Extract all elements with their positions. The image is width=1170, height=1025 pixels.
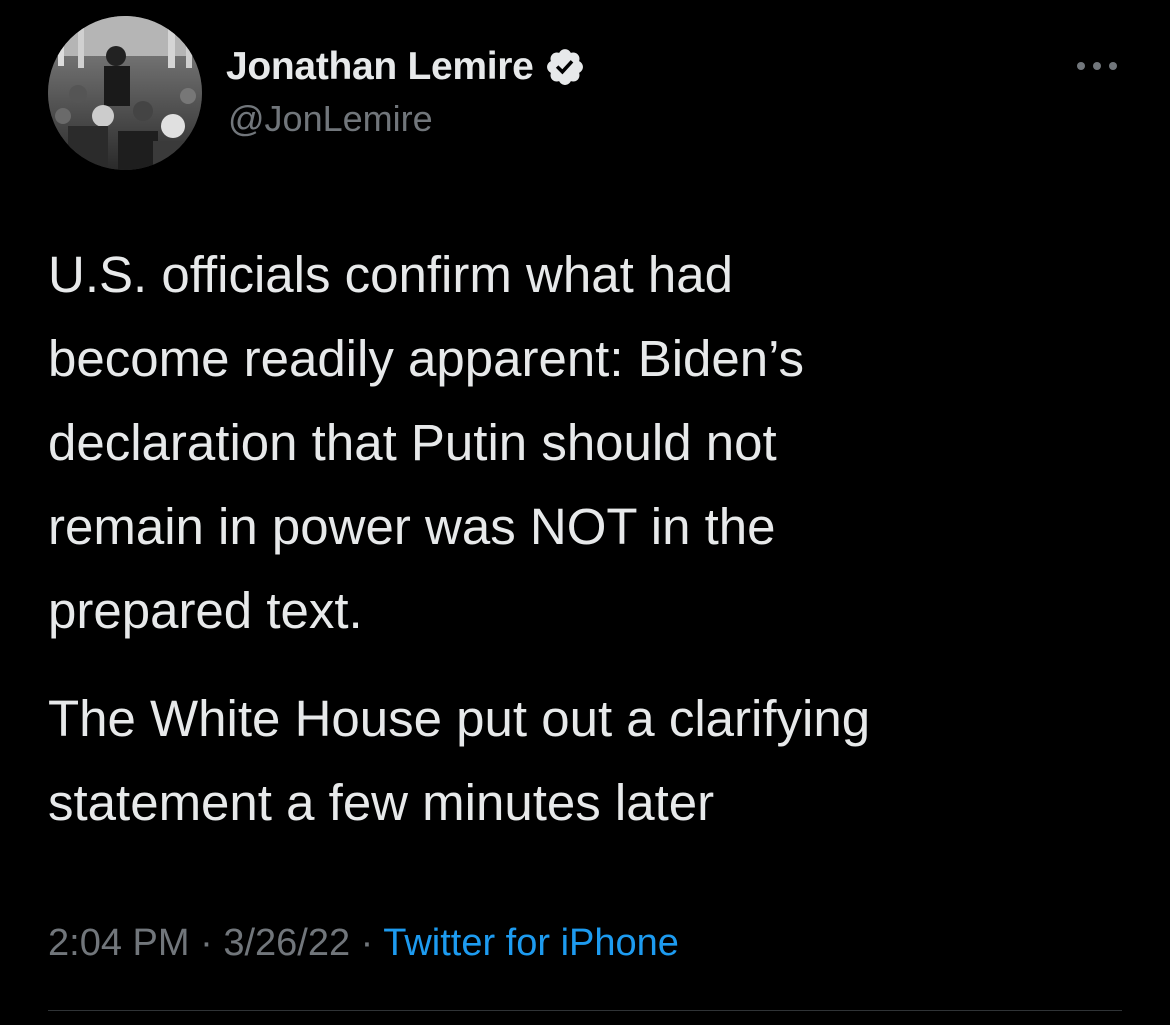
divider — [48, 1010, 1122, 1011]
author-handle[interactable]: @JonLemire — [228, 98, 433, 140]
tweet-text-line: declaration that Putin should not — [48, 414, 777, 471]
tweet-text-line: The White House put out a clarifying — [48, 690, 871, 747]
author-name-row[interactable]: Jonathan Lemire — [226, 42, 586, 92]
tweet-text-line: U.S. officials confirm what had — [48, 246, 734, 303]
avatar-photo — [48, 16, 202, 170]
tweet-metadata: 2:04 PM · 3/26/22 · Twitter for iPhone — [48, 922, 679, 965]
meta-separator: · — [200, 922, 213, 964]
tweet-source-link[interactable]: Twitter for iPhone — [383, 922, 679, 964]
tweet-date[interactable]: 3/26/22 — [223, 922, 350, 964]
tweet-text-paragraph-2: The White House put out a clarifying sta… — [48, 677, 1128, 845]
author-display-name[interactable]: Jonathan Lemire — [226, 45, 534, 89]
more-options-icon[interactable] — [1074, 56, 1120, 76]
tweet-card[interactable]: Jonathan Lemire @JonLemire U.S. official… — [0, 0, 1170, 1025]
avatar[interactable] — [48, 16, 202, 170]
tweet-text-line: prepared text. — [48, 582, 363, 639]
tweet-text-line: remain in power was NOT in the — [48, 498, 776, 555]
meta-separator: · — [360, 922, 374, 964]
tweet-text-line: statement a few minutes later — [48, 774, 715, 831]
verified-badge-icon — [546, 49, 583, 85]
tweet-text-line: become readily apparent: Biden’s — [48, 330, 805, 387]
tweet-time[interactable]: 2:04 PM — [48, 922, 190, 964]
tweet-text-paragraph-1: U.S. officials confirm what had become r… — [48, 233, 1128, 653]
